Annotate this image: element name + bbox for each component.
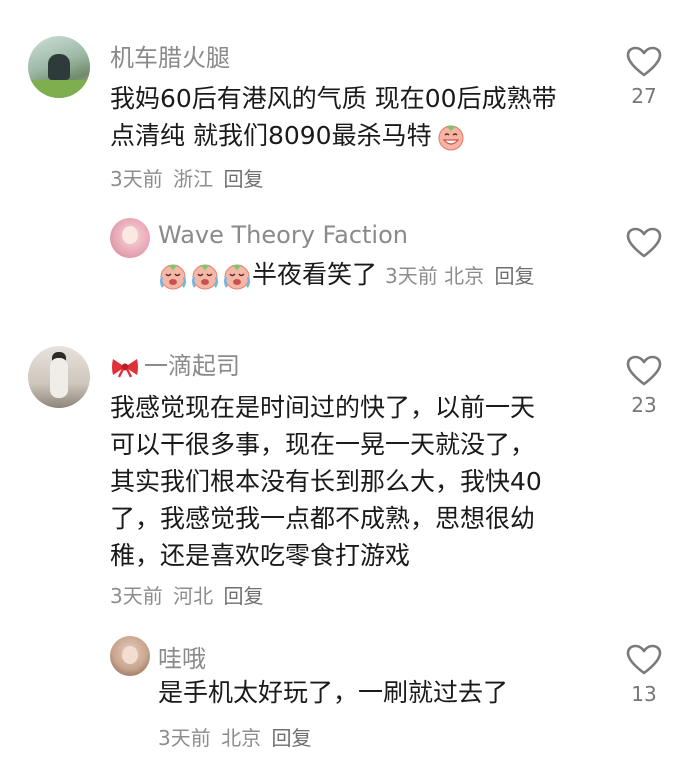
like-button[interactable]: 23 <box>622 355 666 417</box>
heart-outline-icon <box>626 644 662 675</box>
reply-button[interactable]: 回复 <box>271 726 311 750</box>
comment-location: 浙江 <box>173 167 214 191</box>
like-button[interactable] <box>622 227 666 259</box>
like-count: 27 <box>631 84 657 108</box>
comment-line: 可以干很多事，现在一晃一天就没了， <box>110 430 536 459</box>
reply-text: 半夜看笑了 <box>252 260 378 289</box>
avatar[interactable] <box>110 636 150 676</box>
comment-author-row[interactable]: 一滴起司 <box>110 346 240 381</box>
comment-location: 河北 <box>173 584 214 608</box>
reply-button[interactable]: 回复 <box>223 167 263 191</box>
comment-text: 我感觉现在是时间过的快了，以前一天 可以干很多事，现在一晃一天就没了， 其实我们… <box>110 389 542 574</box>
comment-author[interactable]: 一滴起司 <box>144 352 240 380</box>
reply-author[interactable]: 哇哦 <box>158 639 206 674</box>
comment-line-text: 点清纯 就我们8090最杀马特 <box>110 121 432 150</box>
comment-meta: 3天前 河北 回复 <box>110 580 263 609</box>
like-count: 23 <box>631 393 657 417</box>
comment-text: 我妈60后有港风的气质 现在00后成熟带 点清纯 就我们8090最杀马特 <box>110 80 557 154</box>
reply-time: 3天前 <box>158 726 211 750</box>
reply-content: 半夜看笑了 3天前 北京 回复 <box>158 256 534 295</box>
like-count: 13 <box>631 682 657 706</box>
reply-time: 3天前 <box>385 264 438 288</box>
reply-meta: 3天前 北京 回复 <box>158 722 311 751</box>
heart-outline-icon <box>626 227 662 258</box>
comment-author[interactable]: 机车腊火腿 <box>110 38 230 73</box>
reply-location: 北京 <box>221 726 262 750</box>
comment-line: 我感觉现在是时间过的快了，以前一天 <box>110 393 536 422</box>
reply-button[interactable]: 回复 <box>494 264 534 288</box>
comment-line: 了，我感觉我一点都不成熟，思想很幼 <box>110 504 536 533</box>
reply-meta: 3天前 北京 回复 <box>385 264 534 288</box>
ribbon-bow-icon <box>112 359 138 378</box>
like-button[interactable]: 27 <box>622 46 666 108</box>
comment-line: 稚，还是喜欢吃零食打游戏 <box>110 541 411 570</box>
heart-outline-icon <box>626 46 662 77</box>
avatar[interactable] <box>28 36 90 98</box>
reply-button[interactable]: 回复 <box>223 584 263 608</box>
reply-text: 是手机太好玩了，一刷就过去了 <box>158 678 509 707</box>
reply-author[interactable]: Wave Theory Faction <box>158 221 408 249</box>
comment-time: 3天前 <box>110 167 163 191</box>
comment-time: 3天前 <box>110 584 163 608</box>
avatar[interactable] <box>28 346 90 408</box>
comment-meta: 3天前 浙江 回复 <box>110 163 263 192</box>
heart-outline-icon <box>626 355 662 386</box>
comment-line: 我妈60后有港风的气质 现在00后成熟带 <box>110 84 557 113</box>
comment-line: 其实我们根本没有长到那么大，我快40 <box>110 467 542 496</box>
crying-laughing-emoji <box>224 264 250 290</box>
crying-laughing-emoji <box>192 264 218 290</box>
grin-face-emoji <box>438 125 464 151</box>
reply-location: 北京 <box>444 264 485 288</box>
comment-line-with-emoji: 点清纯 就我们8090最杀马特 <box>110 117 557 154</box>
like-button[interactable]: 13 <box>622 644 666 706</box>
crying-laughing-emoji <box>160 264 186 290</box>
avatar[interactable] <box>110 218 150 258</box>
